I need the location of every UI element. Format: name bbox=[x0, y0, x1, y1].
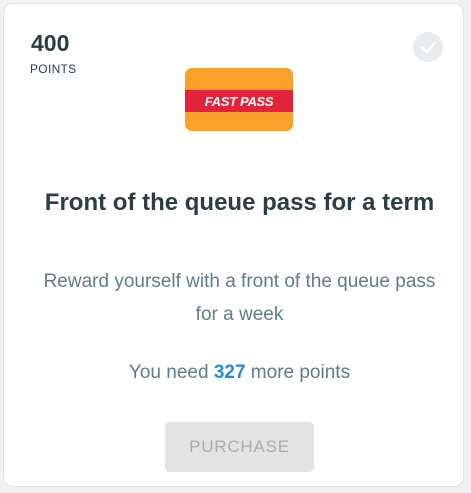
checkmark-circle-icon bbox=[413, 32, 443, 62]
points-needed-suffix: more points bbox=[250, 362, 351, 383]
points-label: POINTS bbox=[30, 62, 77, 76]
badge-text: FAST PASS bbox=[204, 93, 274, 109]
badge-band: FAST PASS bbox=[185, 90, 293, 112]
purchase-button[interactable]: PURCHASE bbox=[165, 422, 314, 472]
reward-title: Front of the queue pass for a term bbox=[44, 189, 435, 216]
points-needed-message: You need 327 more points bbox=[34, 362, 445, 384]
reward-description: Reward yourself with a front of the queu… bbox=[43, 271, 436, 325]
points-value: 400 bbox=[31, 30, 70, 56]
reward-card: 400 POINTS FAST PASS Front of the queue … bbox=[3, 3, 464, 487]
points-needed-amount: 327 bbox=[213, 362, 246, 383]
points-needed-prefix: You need bbox=[128, 362, 209, 383]
fast-pass-badge: FAST PASS bbox=[185, 68, 293, 131]
